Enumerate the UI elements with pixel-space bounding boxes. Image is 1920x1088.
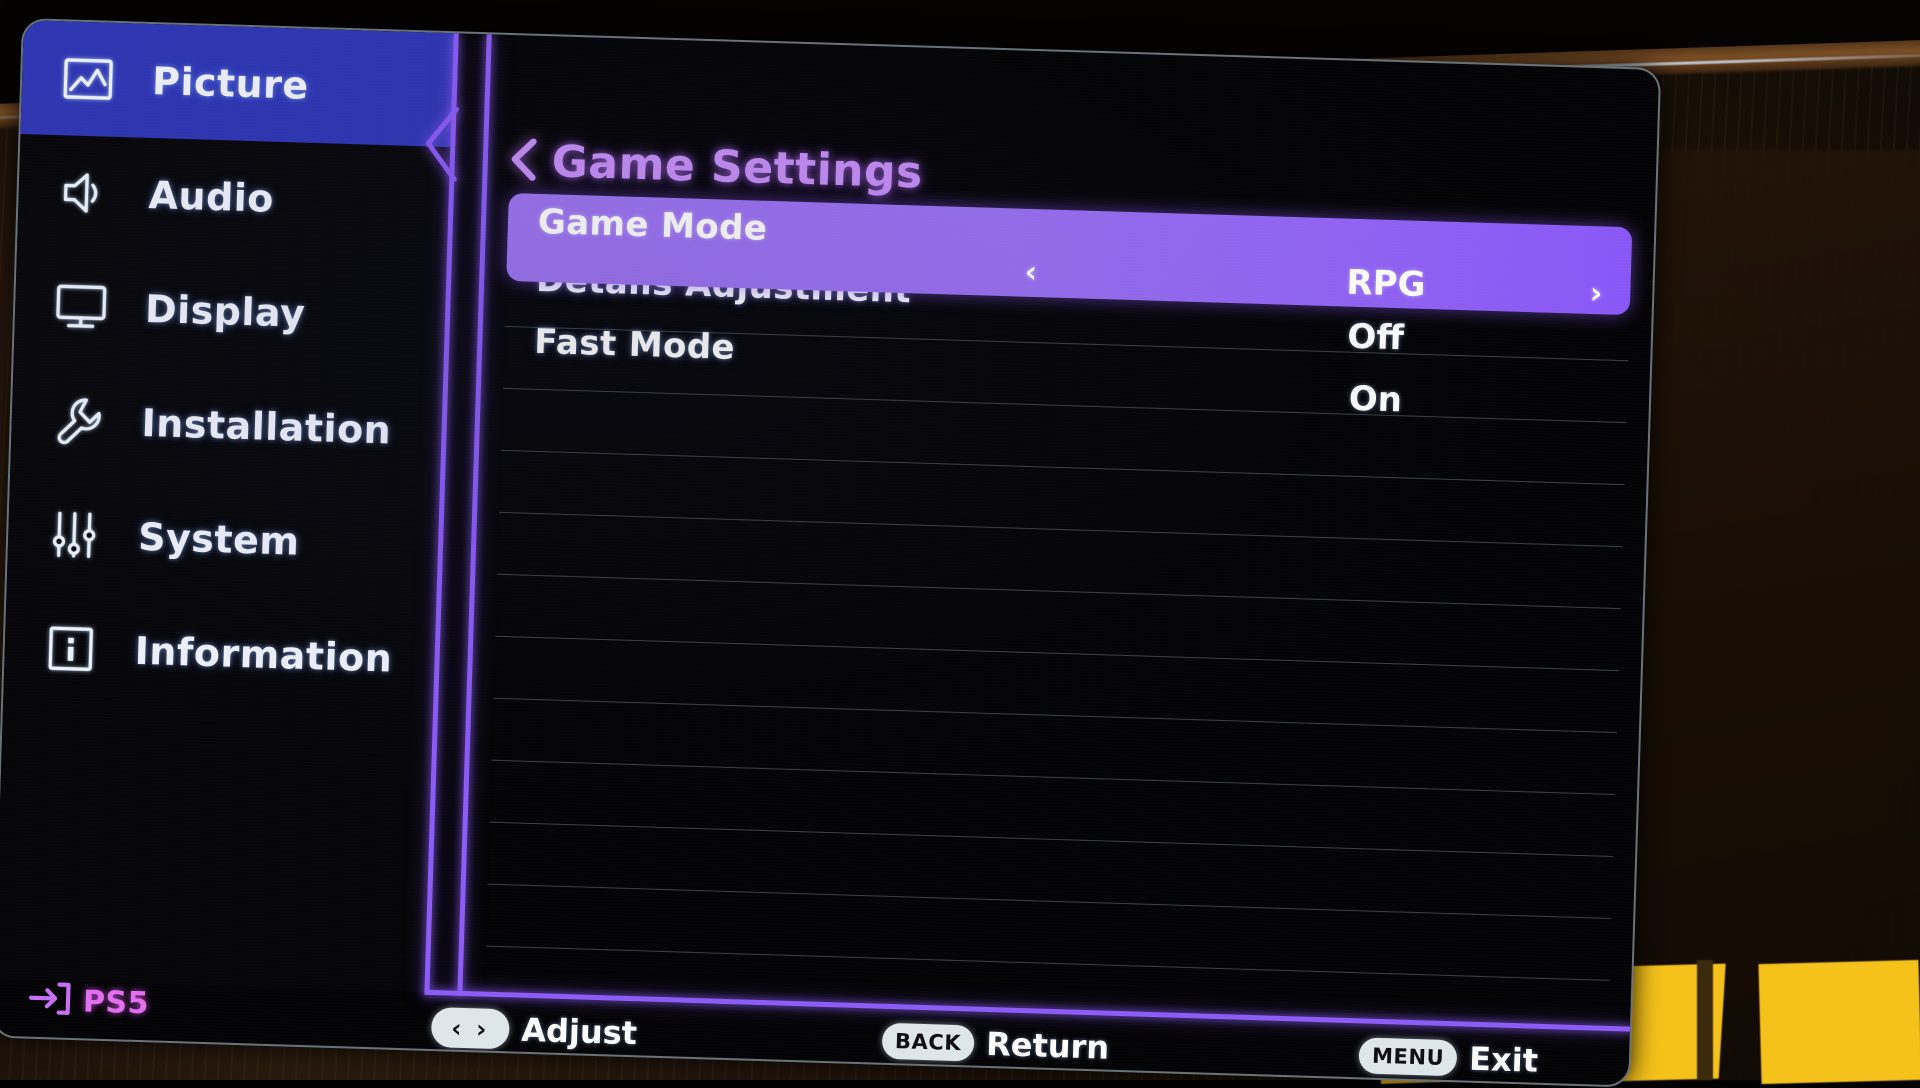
decrement-arrow-icon[interactable]: ‹ [1024, 255, 1037, 290]
input-source-label: PS5 [82, 984, 149, 1021]
sidebar-item-installation[interactable]: Installation [10, 362, 443, 489]
key-badge: MENU [1358, 1037, 1457, 1076]
sidebar-item-display[interactable]: Display [13, 248, 446, 375]
sidebar-item-system[interactable]: System [7, 476, 440, 603]
info-square-icon [42, 622, 100, 676]
sidebar-item-label: Picture [151, 59, 309, 108]
setting-label: Fast Mode [534, 322, 736, 368]
hint-adjust[interactable]: ‹ › Adjust [431, 1007, 638, 1053]
active-item-chevron-icon [423, 106, 459, 181]
yellow-sign-piece [1758, 960, 1920, 1084]
hint-label: Return [986, 1025, 1110, 1067]
input-arrow-icon [27, 981, 74, 1020]
sidebar-item-label: Display [145, 287, 306, 336]
wrench-icon [49, 394, 107, 448]
sidebar-item-audio[interactable]: Audio [17, 134, 450, 261]
key-badge: BACK [881, 1023, 974, 1062]
hint-return[interactable]: BACK Return [881, 1022, 1109, 1067]
hint-label: Adjust [521, 1011, 638, 1053]
hint-exit[interactable]: MENU Exit [1358, 1036, 1538, 1079]
arrow-keys-badge: ‹ › [431, 1007, 510, 1049]
osd-sidebar: Picture Audio Display [0, 20, 454, 993]
sidebar-item-picture[interactable]: Picture [20, 20, 453, 147]
page-header: Game Settings [509, 135, 923, 199]
sidebar-item-label: Installation [141, 401, 392, 453]
increment-arrow-icon[interactable]: › [1589, 276, 1602, 311]
osd-panel: Picture Audio Display [0, 18, 1661, 1088]
chevron-left-icon[interactable] [509, 137, 538, 184]
picture-icon [59, 52, 117, 106]
yellow-sign-gap [1697, 960, 1713, 1080]
setting-value: RPG [1346, 263, 1426, 305]
sliders-icon [45, 508, 103, 562]
monitor-icon [52, 280, 110, 334]
osd-content: Game Settings Details AdjustmentOffFast … [462, 34, 1659, 1029]
setting-label: Game Mode [537, 202, 767, 249]
sidebar-item-label: Audio [148, 173, 275, 221]
sidebar-item-label: Information [134, 629, 393, 681]
settings-rows: Details AdjustmentOffFast ModeOn [486, 203, 1632, 981]
sidebar-item-information[interactable]: Information [3, 590, 436, 717]
hint-label: Exit [1469, 1040, 1539, 1080]
input-source-indicator: PS5 [27, 981, 149, 1023]
sidebar-item-label: System [138, 515, 301, 564]
speaker-icon [56, 166, 114, 220]
page-title: Game Settings [551, 136, 923, 198]
